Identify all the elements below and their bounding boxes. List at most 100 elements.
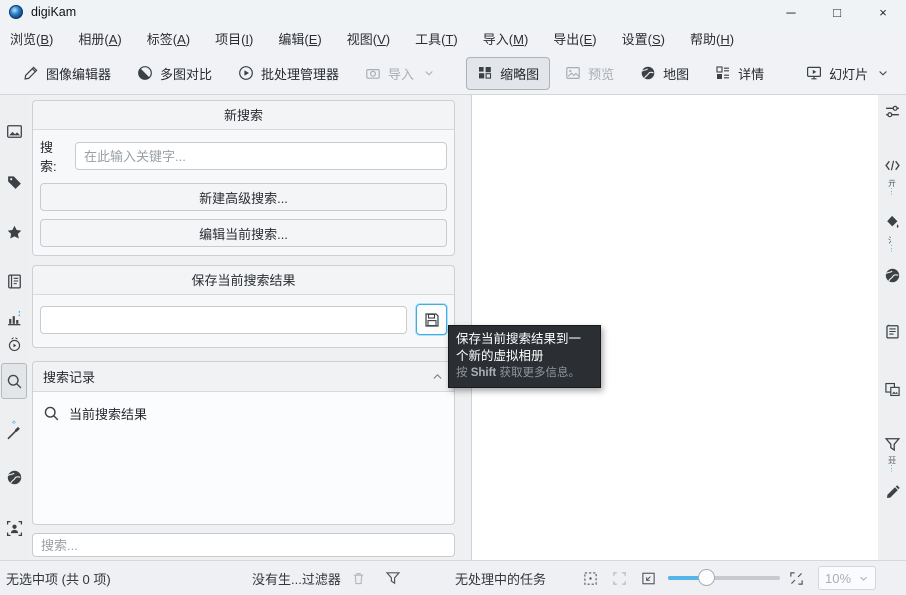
- sidebar-filters[interactable]: [880, 436, 904, 453]
- menu-import[interactable]: 导入(M): [483, 29, 529, 48]
- minimize-button[interactable]: ─: [768, 0, 814, 24]
- paint-icon: [884, 214, 901, 231]
- sidebar-map[interactable]: [2, 469, 26, 486]
- thumbnails-label: 缩略图: [500, 64, 539, 83]
- menu-album[interactable]: 相册(A): [78, 29, 121, 48]
- window-controls: ─ □ ×: [768, 0, 906, 24]
- zoom-slider[interactable]: [668, 576, 780, 580]
- save-search-title: 保存当前搜索结果: [33, 266, 454, 295]
- menu-browse[interactable]: 浏览(B): [10, 29, 53, 48]
- tooltip-hint: 按 Shift 获取更多信息。: [456, 366, 593, 382]
- filters-button[interactable]: [385, 561, 401, 595]
- zoom-fit-select-button[interactable]: [583, 561, 598, 595]
- menu-text: ): [317, 32, 321, 47]
- clear-filter-button[interactable]: [351, 561, 366, 595]
- slideshow-button[interactable]: 幻灯片: [795, 57, 900, 90]
- globe-icon: [6, 469, 23, 486]
- map-button[interactable]: 地图: [629, 57, 700, 90]
- sidebar-captions[interactable]: [880, 323, 904, 340]
- image-editor-button[interactable]: 图像编辑器: [12, 57, 122, 90]
- sidebar-labels[interactable]: [2, 224, 26, 241]
- batch-queue-button[interactable]: 批处理管理器: [227, 57, 350, 90]
- history-item-label: 当前搜索结果: [69, 404, 147, 423]
- save-search-name-input[interactable]: [40, 306, 407, 334]
- sidebar-people[interactable]: [2, 520, 26, 537]
- chevron-up-icon: [431, 370, 444, 383]
- history-item-current[interactable]: 当前搜索结果: [33, 400, 454, 427]
- calendar-icon: [6, 273, 23, 290]
- menu-text: ): [186, 32, 190, 47]
- tooltip-text: 保存当前搜索结果到一个新的虚拟相册: [456, 331, 593, 365]
- menu-text: ): [661, 32, 665, 47]
- save-search-tooltip: 保存当前搜索结果到一个新的虚拟相册 按 Shift 获取更多信息。: [448, 325, 601, 388]
- menu-text: 导入(: [483, 32, 513, 47]
- zoom-level-select[interactable]: 10%: [818, 566, 876, 590]
- pencil-icon: [885, 485, 900, 500]
- menu-export[interactable]: 导出(E): [553, 29, 596, 48]
- expand-icon: [789, 571, 804, 586]
- tooltip-hint-text: 获取更多信息。: [496, 367, 580, 379]
- status-bar: 无选中项 (共 0 项) 没有生...过滤器 无处理中的任务 10%: [0, 560, 906, 594]
- fit-window-icon: [641, 571, 656, 586]
- import-button[interactable]: 导入: [354, 57, 446, 90]
- menu-help[interactable]: 帮助(H): [690, 29, 734, 48]
- contrast-icon: [137, 65, 153, 81]
- menu-text: 项目(: [215, 32, 245, 47]
- sidebar-timeline[interactable]: [2, 310, 26, 327]
- funnel-icon: [385, 570, 401, 586]
- menu-text: ): [249, 32, 253, 47]
- sidebar-map-right[interactable]: [880, 267, 904, 284]
- menu-text: 工具(: [415, 32, 445, 47]
- menu-edit[interactable]: 编辑(E): [278, 29, 321, 48]
- save-search-button[interactable]: [416, 304, 447, 335]
- sidebar-recent[interactable]: [2, 337, 26, 352]
- menu-settings[interactable]: 设置(S): [622, 29, 665, 48]
- preview-button[interactable]: 预览: [554, 57, 625, 90]
- globe-icon: [884, 267, 901, 284]
- timeline-icon: [6, 310, 23, 327]
- tab-label-fragment: 亓⋮: [888, 180, 897, 196]
- menu-accel: M: [513, 32, 524, 47]
- note-icon: [884, 323, 901, 340]
- window-title: digiKam: [31, 5, 76, 19]
- sidebar-similarity[interactable]: [2, 419, 26, 441]
- panel-filter-search-input[interactable]: [32, 533, 455, 557]
- details-button[interactable]: 详情: [704, 57, 775, 90]
- keyword-search-input[interactable]: [75, 142, 447, 170]
- search-history-header[interactable]: 搜索记录: [33, 362, 454, 392]
- zoom-100-button[interactable]: [612, 561, 627, 595]
- menu-view[interactable]: 视图(V): [347, 29, 390, 48]
- close-button[interactable]: ×: [860, 0, 906, 24]
- right-sidebar: 亓⋮ 氵⋮ 㠭⋮: [878, 95, 906, 560]
- sidebar-versions[interactable]: [880, 381, 904, 398]
- code-icon: [884, 157, 901, 174]
- edit-current-search-button[interactable]: 编辑当前搜索...: [40, 219, 447, 247]
- sidebar-dates[interactable]: [2, 273, 26, 290]
- light-table-button[interactable]: 多图对比: [126, 57, 223, 90]
- menu-item-entry[interactable]: 项目(I): [215, 29, 253, 48]
- menu-tag[interactable]: 标签(A): [147, 29, 190, 48]
- fit-selection-icon: [583, 571, 598, 586]
- zoom-fit-window-button[interactable]: [641, 561, 656, 595]
- sidebar-tools[interactable]: [880, 485, 904, 500]
- zoom-slider-thumb[interactable]: [698, 569, 715, 586]
- new-advanced-search-button[interactable]: 新建高级搜索...: [40, 183, 447, 211]
- search-icon: [43, 405, 60, 422]
- maximize-button[interactable]: □: [814, 0, 860, 24]
- sidebar-albums[interactable]: [2, 123, 26, 140]
- sidebar-colors[interactable]: [880, 214, 904, 231]
- funnel-icon: [884, 436, 901, 453]
- sidebar-metadata[interactable]: [880, 157, 904, 174]
- image-icon: [565, 65, 581, 81]
- menu-tools[interactable]: 工具(T): [415, 29, 458, 48]
- versions-icon: [884, 381, 901, 398]
- menu-accel: H: [720, 32, 729, 47]
- thumbnails-button[interactable]: 缩略图: [466, 57, 550, 90]
- sidebar-search[interactable]: [1, 363, 27, 399]
- chevron-down-icon: [858, 573, 869, 584]
- search-panel: 新搜索 搜索: 新建高级搜索... 编辑当前搜索... 保存当前搜索结果: [28, 95, 458, 560]
- sidebar-properties[interactable]: [880, 103, 904, 120]
- sidebar-tags[interactable]: [2, 174, 26, 191]
- slideshow-icon: [806, 65, 822, 81]
- fullscreen-button[interactable]: [789, 561, 804, 595]
